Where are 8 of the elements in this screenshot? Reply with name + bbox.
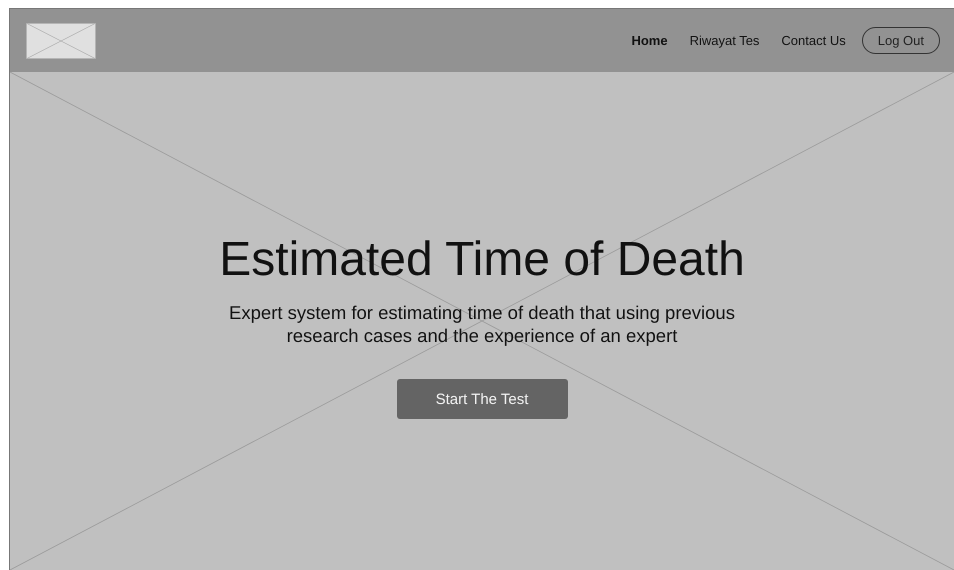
nav-link[interactable]: Home [631,33,668,48]
nav-link[interactable]: Contact Us [781,33,846,48]
start-test-button[interactable]: Start The Test [396,379,568,419]
hero-subtitle: Expert system for estimating time of death that using previous research cases and the experience of an expert [228,301,736,347]
image-placeholder [26,22,96,58]
hero-title: Estimated Time of Death [219,232,745,287]
logout-button[interactable]: Log Out [862,27,940,54]
nav-link[interactable]: Riwayat Tes [690,33,760,48]
